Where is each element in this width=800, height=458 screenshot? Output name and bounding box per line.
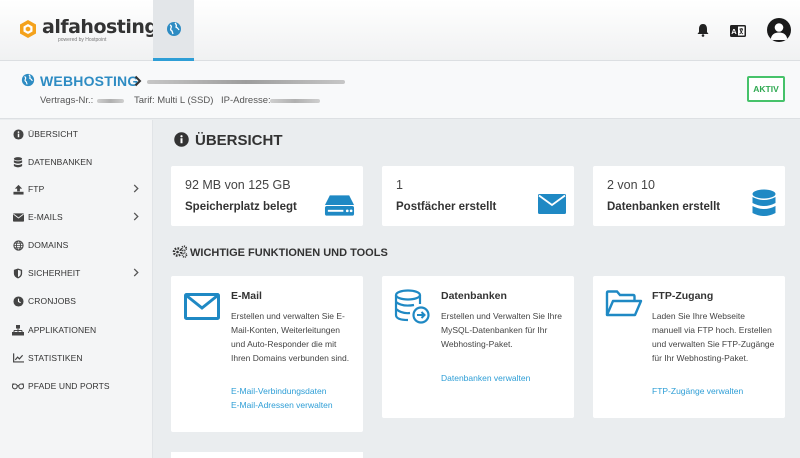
globe-icon: [166, 22, 181, 36]
gears-icon: [172, 245, 188, 263]
sidebar-item-pfade-und-ports[interactable]: PFADE UND PORTS: [0, 372, 153, 400]
sidebar-item-domains[interactable]: DOMAINS: [0, 231, 153, 259]
brand-name: alfahosting: [42, 16, 158, 38]
service-header: [0, 61, 800, 119]
info-icon: [174, 132, 189, 152]
tool-card-databases: Datenbanken Erstellen und Verwalten Sie …: [382, 276, 574, 418]
breadcrumb-chevron-right-icon: [134, 74, 142, 92]
envelope-icon: [538, 194, 566, 219]
status-badge: AKTIV: [747, 76, 785, 102]
tool-description: Erstellen und Verwalten Sie Ihre MySQL-D…: [441, 311, 562, 349]
tool-title: FTP-Zugang: [652, 290, 714, 302]
manage-email-addresses-link[interactable]: E-Mail-Adressen verwalten: [231, 400, 333, 410]
chevron-right-icon: [133, 180, 139, 198]
database-icon: [752, 189, 776, 224]
folder-open-icon: [605, 290, 643, 322]
stat-value: 2 von 10: [607, 178, 655, 192]
sidebar-item-sicherheit[interactable]: SICHERHEIT: [0, 259, 153, 287]
manage-ftp-accounts-link[interactable]: FTP-Zugänge verwalten: [652, 386, 743, 396]
ip-address-label: IP-Adresse:: [221, 95, 271, 106]
sidebar-item-cronjobs[interactable]: CRONJOBS: [0, 287, 153, 315]
stat-card-mailboxes: 1 Postfächer erstellt: [382, 166, 574, 226]
logo-mark-icon: [18, 19, 38, 39]
envelope-icon: [184, 293, 220, 325]
language-switch-icon[interactable]: A: [730, 24, 746, 42]
sidebar-item-label: CRONJOBS: [28, 296, 77, 306]
user-avatar-icon[interactable]: [767, 18, 791, 42]
sidebar-item-applikationen[interactable]: APPLIKATIONEN: [0, 316, 153, 344]
tool-card-ftp: FTP-Zugang Laden Sie Ihre Webseite manue…: [593, 276, 785, 418]
sidebar-item-label: DATENBANKEN: [28, 157, 93, 167]
stat-value: 1: [396, 178, 403, 192]
manage-databases-link[interactable]: Datenbanken verwalten: [441, 373, 530, 383]
chevron-right-icon: [133, 208, 139, 226]
stat-card-storage: 92 MB von 125 GB Speicherplatz belegt: [171, 166, 363, 226]
redacted-ip-address: [270, 99, 320, 103]
chevron-right-icon: [133, 264, 139, 282]
sidebar-item-label: PFADE UND PORTS: [28, 381, 110, 391]
stat-label: Datenbanken erstellt: [607, 201, 721, 213]
alfahosting-logo[interactable]: alfahosting powered by Hostpoint: [18, 17, 158, 43]
globe-icon: [12, 239, 24, 251]
clock-icon: [12, 295, 24, 307]
sidebar-item-label: STATISTIKEN: [28, 353, 83, 363]
stat-card-databases: 2 von 10 Datenbanken erstellt: [593, 166, 785, 226]
language-badge-letter: A: [731, 27, 737, 36]
tab-webhosting[interactable]: [153, 0, 194, 61]
tool-card-partial: [171, 452, 363, 458]
database-arrow-icon: [394, 289, 430, 330]
stat-label: Postfächer erstellt: [396, 201, 497, 213]
shield-icon: [12, 267, 24, 279]
tool-description: Erstellen und verwalten Sie E-Mail-Konte…: [231, 311, 350, 363]
contract-number-label: Vertrags-Nr.:: [40, 95, 94, 106]
sidebar-item-ftp[interactable]: FTP: [0, 175, 153, 203]
sitemap-icon: [12, 324, 24, 336]
globe-icon: [21, 73, 35, 92]
tool-title: Datenbanken: [441, 290, 507, 302]
redacted-contract-number: [97, 99, 124, 103]
sidebar-item-label: FTP: [28, 184, 45, 194]
email-connection-data-link[interactable]: E-Mail-Verbindungsdaten: [231, 386, 326, 396]
tariff-label: Tarif: Multi L (SSD): [134, 95, 214, 106]
notifications-bell-icon[interactable]: [697, 23, 709, 42]
sidebar: ÜBERSICHT DATENBANKEN FTP E-MAILS DOMAIN…: [0, 120, 153, 458]
section-title-tools: WICHTIGE FUNKTIONEN UND TOOLS: [190, 247, 388, 259]
sidebar-item-uebersicht[interactable]: ÜBERSICHT: [0, 120, 153, 148]
stat-label: Speicherplatz belegt: [185, 201, 297, 213]
upload-icon: [12, 183, 24, 195]
tool-card-email: E-Mail Erstellen und verwalten Sie E-Mai…: [171, 276, 363, 432]
chart-icon: [12, 352, 24, 364]
sidebar-item-label: APPLIKATIONEN: [28, 325, 97, 335]
database-icon: [12, 156, 24, 168]
sidebar-item-statistiken[interactable]: STATISTIKEN: [0, 344, 153, 372]
sidebar-item-e-mails[interactable]: E-MAILS: [0, 203, 153, 231]
redacted-domain: [147, 80, 345, 84]
sidebar-item-label: DOMAINS: [28, 240, 69, 250]
sidebar-item-label: ÜBERSICHT: [28, 129, 79, 139]
glasses-icon: [12, 380, 24, 392]
breadcrumb-webhosting[interactable]: WEBHOSTING: [40, 73, 138, 89]
sidebar-item-label: SICHERHEIT: [28, 268, 81, 278]
hdd-icon: [324, 193, 355, 222]
envelope-icon: [12, 211, 24, 223]
tool-description: Laden Sie Ihre Webseite manuell via FTP …: [652, 311, 775, 363]
sidebar-item-label: E-MAILS: [28, 212, 63, 222]
page-title: ÜBERSICHT: [195, 132, 283, 149]
tool-title: E-Mail: [231, 290, 262, 302]
top-bar: alfahosting powered by Hostpoint A: [0, 0, 800, 61]
info-icon: [12, 128, 24, 140]
stat-value: 92 MB von 125 GB: [185, 178, 291, 192]
sidebar-item-datenbanken[interactable]: DATENBANKEN: [0, 148, 153, 176]
